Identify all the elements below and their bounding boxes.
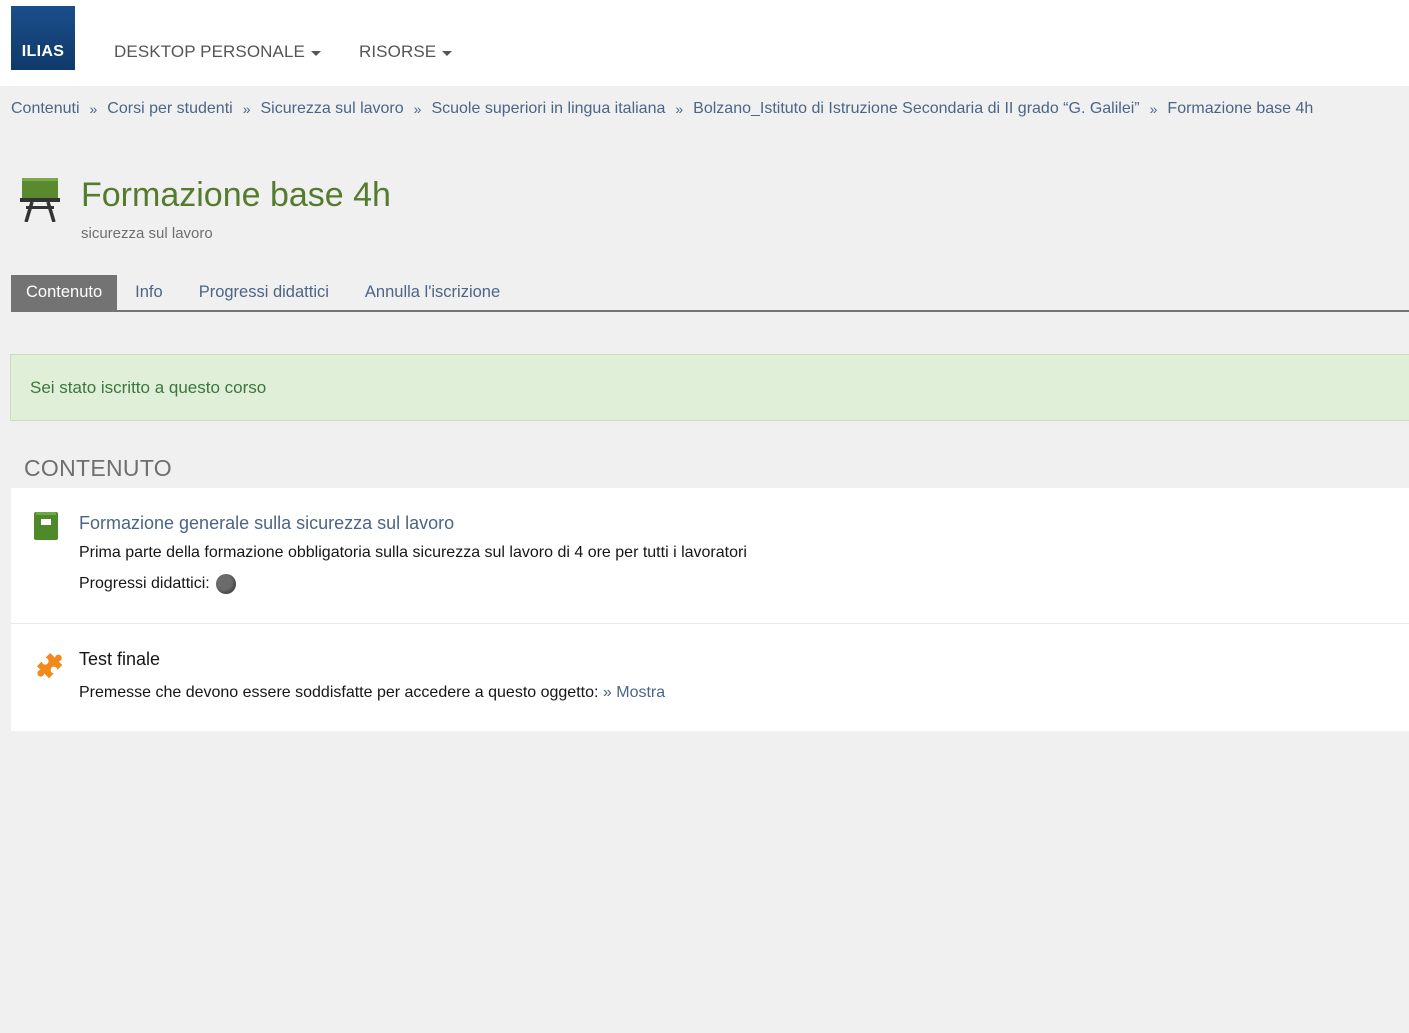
- breadcrumb-item[interactable]: Sicurezza sul lavoro: [260, 100, 403, 118]
- top-header: ILIAS DESKTOP PERSONALE RISORSE: [0, 0, 1409, 86]
- breadcrumb-item[interactable]: Bolzano_Istituto di Istruzione Secondari…: [693, 100, 1139, 118]
- list-item: Test finale Premesse che devono essere s…: [11, 624, 1409, 731]
- tab-contenuto[interactable]: Contenuto: [11, 275, 118, 310]
- course-easel-icon: [20, 178, 60, 223]
- breadcrumb-item[interactable]: Contenuti: [11, 100, 80, 118]
- item-title: Test finale: [79, 649, 161, 669]
- item-prerequisites: Premesse che devono essere soddisfatte p…: [79, 684, 665, 702]
- page-subtitle: sicurezza sul lavoro: [81, 225, 213, 242]
- breadcrumb-separator: »: [413, 101, 422, 117]
- success-message-text: Sei stato iscritto a questo corso: [30, 377, 267, 397]
- nav-desktop-personale-label: DESKTOP PERSONALE: [114, 42, 305, 61]
- breadcrumb-item[interactable]: Corsi per studenti: [107, 100, 232, 118]
- breadcrumb-separator: »: [242, 101, 251, 117]
- item-title-link[interactable]: Formazione generale sulla sicurezza sul …: [79, 513, 454, 534]
- caret-down-icon: [310, 50, 321, 56]
- breadcrumb-item[interactable]: Scuole superiori in lingua italiana: [431, 100, 665, 118]
- ilias-logo[interactable]: ILIAS: [11, 6, 75, 70]
- nav-risorse-label: RISORSE: [358, 42, 437, 61]
- breadcrumb: Contenuti » Corsi per studenti » Sicurez…: [11, 100, 1313, 118]
- nav-desktop-personale[interactable]: DESKTOP PERSONALE: [114, 42, 321, 62]
- list-item: Formazione generale sulla sicurezza sul …: [11, 488, 1409, 624]
- tab-bar: Contenuto Info Progressi didattici Annul…: [11, 275, 1409, 312]
- progress-status-icon: [215, 574, 236, 594]
- learning-module-book-icon: [33, 512, 59, 540]
- breadcrumb-item-current[interactable]: Formazione base 4h: [1167, 100, 1313, 118]
- breadcrumb-separator: »: [1149, 101, 1158, 117]
- content-list: Formazione generale sulla sicurezza sul …: [11, 488, 1409, 731]
- tab-progressi-didattici[interactable]: Progressi didattici: [181, 275, 347, 310]
- caret-down-icon: [442, 50, 453, 56]
- progress-label: Progressi didattici:: [79, 575, 210, 592]
- main-navigation: DESKTOP PERSONALE RISORSE: [114, 42, 453, 62]
- item-description: Prima parte della formazione obbligatori…: [79, 544, 747, 561]
- tab-info[interactable]: Info: [117, 275, 181, 310]
- prereq-label: Premesse che devono essere soddisfatte p…: [79, 684, 599, 701]
- tab-annulla-iscrizione[interactable]: Annulla l'iscrizione: [347, 275, 518, 310]
- item-progress: Progressi didattici:: [79, 574, 236, 594]
- section-title: CONTENUTO: [24, 455, 172, 481]
- breadcrumb-separator: »: [675, 101, 684, 117]
- show-prereq-link[interactable]: » Mostra: [603, 684, 665, 701]
- page-title: Formazione base 4h: [81, 176, 391, 214]
- test-puzzle-icon: [33, 650, 63, 679]
- breadcrumb-separator: »: [89, 101, 98, 117]
- logo-text: ILIAS: [21, 43, 65, 60]
- nav-risorse[interactable]: RISORSE: [358, 42, 453, 62]
- success-message: Sei stato iscritto a questo corso: [10, 354, 1409, 421]
